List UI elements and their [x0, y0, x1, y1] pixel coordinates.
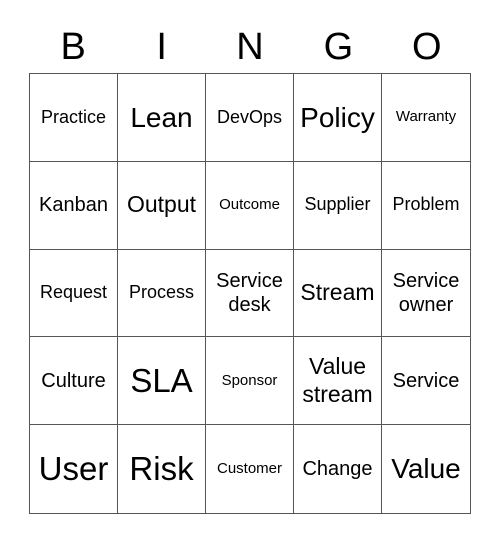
bingo-cell[interactable]: User [30, 425, 118, 513]
bingo-cell[interactable]: Problem [382, 162, 470, 250]
bingo-cell[interactable]: SLA [118, 337, 206, 426]
header-letter-b: B [60, 26, 86, 68]
bingo-cell[interactable]: Change [294, 425, 382, 513]
bingo-cell[interactable]: Request [30, 249, 118, 338]
bingo-cell[interactable]: Service [382, 337, 470, 426]
header-letter-g: G [323, 26, 354, 68]
bingo-cell[interactable]: Service owner [382, 250, 470, 338]
bingo-cell[interactable]: Culture [30, 337, 118, 426]
bingo-grid: Practice Lean DevOps Policy Warranty Kanban Ou… [29, 73, 471, 514]
header-letter-i: I [156, 26, 167, 68]
bingo-cell[interactable]: Sponsor [206, 337, 294, 426]
bingo-cell[interactable]: Value [382, 425, 470, 513]
bingo-cell[interactable]: Service desk [206, 249, 294, 338]
bingo-cell[interactable]: Kanban [30, 161, 118, 250]
bingo-cell[interactable]: DevOps [206, 74, 294, 162]
bingo-cell[interactable]: Process [118, 249, 206, 338]
bingo-cell[interactable]: Lean [118, 74, 206, 162]
header-letter-o: O [412, 26, 442, 68]
bingo-cell[interactable]: Supplier [294, 161, 382, 250]
bingo-cell[interactable]: Outcome [206, 161, 294, 250]
bingo-cell[interactable]: Risk [118, 425, 206, 513]
bingo-cell[interactable]: Value stream [294, 337, 382, 426]
bingo-cell[interactable]: Policy [294, 74, 382, 162]
bingo-cell[interactable]: Output [118, 161, 206, 250]
bingo-cell[interactable]: Warranty [382, 74, 470, 162]
bingo-header: B I N G O [29, 22, 471, 72]
bingo-cell[interactable]: Practice [30, 74, 118, 162]
bingo-cell[interactable]: Customer [206, 425, 294, 513]
header-letter-n: N [236, 26, 264, 68]
bingo-cell[interactable]: Stream [294, 249, 382, 338]
